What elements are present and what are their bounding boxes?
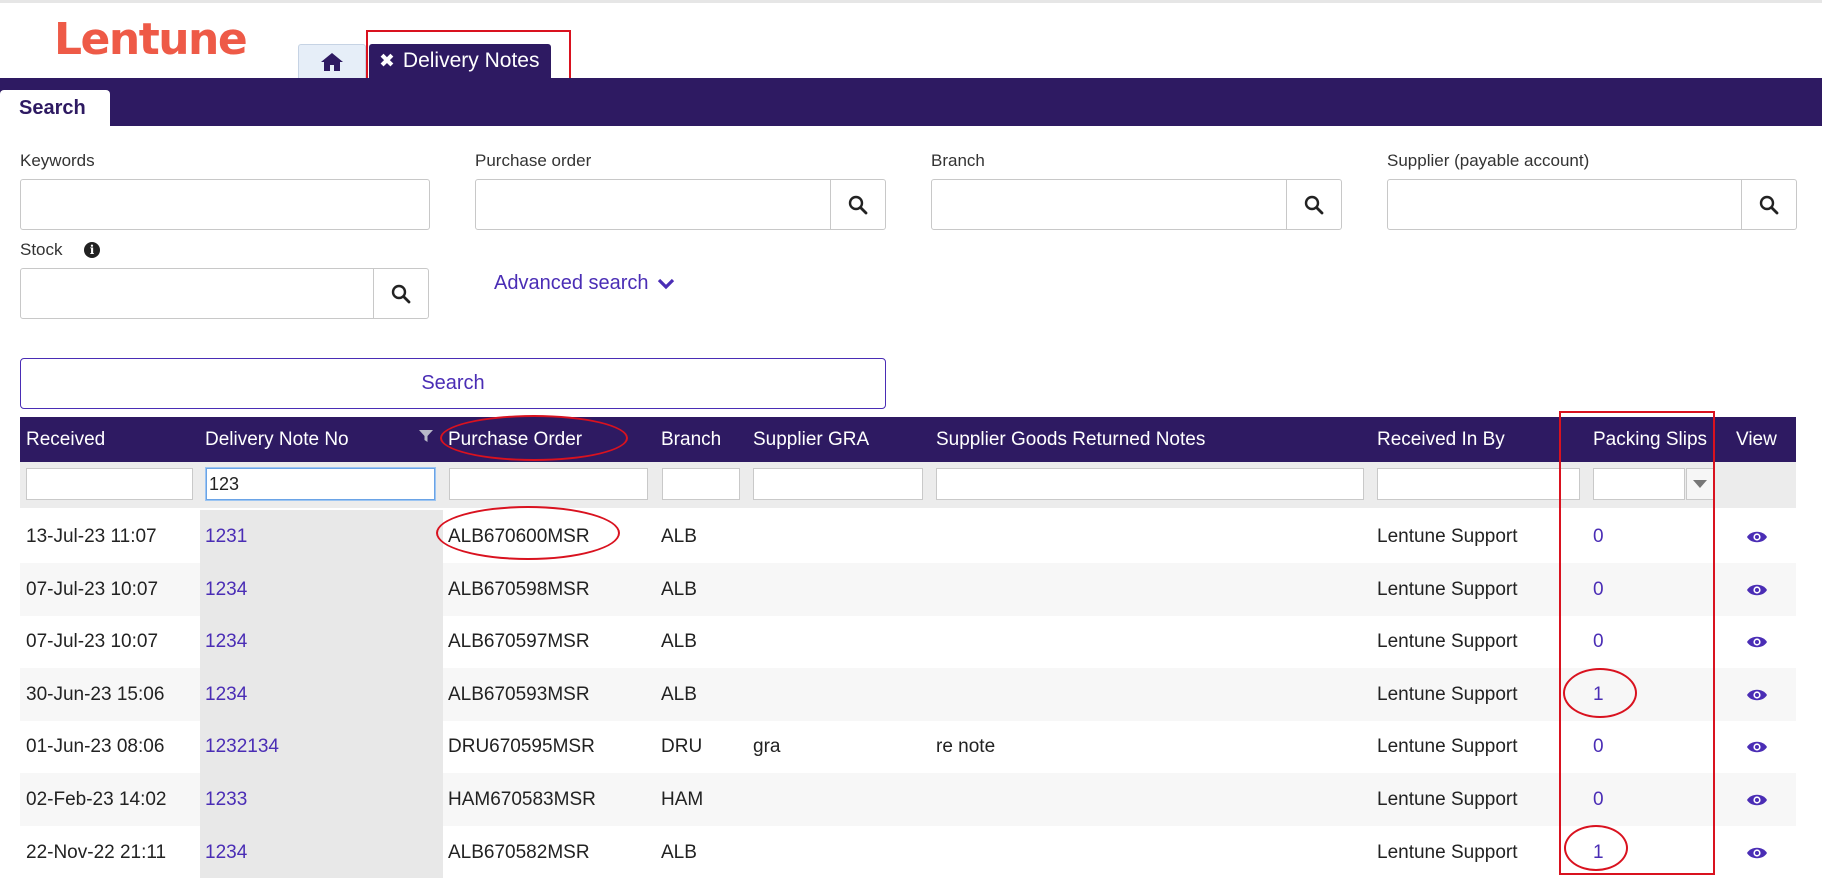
cell-supplier-grn: re note (936, 735, 996, 757)
column-header-received[interactable]: Received (26, 417, 105, 462)
cell-received: 07-Jul-23 10:07 (26, 630, 159, 652)
cell-purchase-order: ALB670593MSR (448, 683, 590, 705)
cell-received-in-by: Lentune Support (1377, 578, 1518, 600)
cell-received: 30-Jun-23 15:06 (26, 683, 165, 705)
column-header-delivery-note-no[interactable]: Delivery Note No (205, 417, 349, 462)
advanced-search-label: Advanced search (494, 272, 649, 294)
annotation-box-packing-slips (1559, 411, 1715, 875)
top-border (0, 0, 1822, 3)
column-header-view: View (1736, 428, 1777, 450)
supplier-search-button[interactable] (1741, 179, 1797, 230)
cell-branch: ALB (661, 525, 697, 547)
filter-purchase-order[interactable] (449, 468, 648, 500)
purchase-order-label: Purchase order (475, 151, 592, 170)
cell-received-in-by: Lentune Support (1377, 525, 1518, 547)
purchase-order-search-button[interactable] (830, 179, 886, 230)
annotation-ellipse-packing-slip-1 (1563, 668, 1637, 718)
keywords-label: Keywords (20, 151, 95, 170)
eye-icon[interactable] (1746, 563, 1768, 616)
annotation-ellipse-purchase-order-header (440, 415, 628, 461)
cell-delivery-note-no[interactable]: 1231 (205, 510, 247, 563)
search-icon (1304, 195, 1324, 214)
cell-purchase-order: DRU670595MSR (448, 735, 595, 757)
filter-delivery-note-no[interactable]: 123 (206, 468, 435, 500)
cell-branch: ALB (661, 630, 697, 652)
cell-delivery-note-no[interactable]: 1232134 (205, 720, 279, 773)
cell-purchase-order: ALB670597MSR (448, 630, 590, 652)
cell-branch: ALB (661, 683, 697, 705)
supplier-label: Supplier (payable account) (1387, 151, 1590, 170)
cell-received: 02-Feb-23 14:02 (26, 788, 167, 810)
cell-purchase-order: ALB670598MSR (448, 578, 590, 600)
branch-input[interactable] (931, 179, 1287, 230)
column-header-branch[interactable]: Branch (661, 417, 721, 462)
eye-icon[interactable] (1746, 720, 1768, 773)
eye-icon[interactable] (1746, 826, 1768, 878)
cell-received: 13-Jul-23 11:07 (26, 525, 157, 547)
branch-label: Branch (931, 151, 985, 170)
cell-delivery-note-no[interactable]: 1233 (205, 773, 247, 826)
search-icon (1759, 195, 1779, 214)
eye-icon[interactable] (1746, 668, 1768, 721)
eye-icon[interactable] (1746, 615, 1768, 668)
supplier-input[interactable] (1387, 179, 1742, 230)
cell-received: 01-Jun-23 08:06 (26, 735, 165, 757)
stock-label: Stock (20, 240, 63, 259)
tab-home[interactable] (298, 44, 366, 78)
column-header-supplier-grn[interactable]: Supplier Goods Returned Notes (936, 417, 1205, 462)
cell-received-in-by: Lentune Support (1377, 735, 1518, 757)
stock-input[interactable] (20, 268, 374, 319)
cell-delivery-note-no[interactable]: 1234 (205, 826, 247, 878)
cell-received-in-by: Lentune Support (1377, 788, 1518, 810)
cell-purchase-order: HAM670583MSR (448, 788, 596, 810)
info-icon[interactable]: i (84, 242, 100, 258)
search-icon (391, 284, 411, 303)
cell-received: 07-Jul-23 10:07 (26, 578, 159, 600)
subtab-search[interactable]: Search (0, 90, 110, 126)
annotation-ellipse-packing-slip-2 (1564, 825, 1628, 871)
filter-received[interactable] (26, 468, 193, 500)
cell-branch: ALB (661, 841, 697, 863)
filter-received-in-by[interactable] (1377, 468, 1580, 500)
filter-branch[interactable] (662, 468, 740, 500)
search-icon (848, 195, 868, 214)
nav-bar (0, 78, 1822, 126)
cell-received: 22-Nov-22 21:11 (26, 841, 167, 863)
column-header-supplier-gra[interactable]: Supplier GRA (753, 417, 869, 462)
cell-received-in-by: Lentune Support (1377, 683, 1518, 705)
filter-supplier-gra[interactable] (753, 468, 923, 500)
home-icon (321, 52, 343, 71)
cell-branch: HAM (661, 788, 704, 810)
cell-delivery-note-no[interactable]: 1234 (205, 563, 247, 616)
search-button[interactable]: Search (20, 358, 886, 409)
lentune-logo[interactable]: Lentune (54, 12, 248, 68)
cell-received-in-by: Lentune Support (1377, 841, 1518, 863)
stock-search-button[interactable] (373, 268, 429, 319)
annotation-box-tab (366, 30, 571, 82)
annotation-ellipse-purchase-order-value (436, 506, 620, 560)
cell-delivery-note-no[interactable]: 1234 (205, 668, 247, 721)
filter-supplier-grn[interactable] (936, 468, 1364, 500)
keywords-input[interactable] (20, 179, 430, 230)
purchase-order-input[interactable] (475, 179, 831, 230)
eye-icon[interactable] (1746, 773, 1768, 826)
advanced-search-link[interactable]: Advanced search (494, 272, 675, 295)
cell-delivery-note-no[interactable]: 1234 (205, 615, 247, 668)
branch-search-button[interactable] (1286, 179, 1342, 230)
filter-icon[interactable] (418, 428, 434, 444)
column-header-received-in-by[interactable]: Received In By (1377, 417, 1505, 462)
cell-purchase-order: ALB670582MSR (448, 841, 590, 863)
cell-received-in-by: Lentune Support (1377, 630, 1518, 652)
chevron-down-icon (657, 278, 674, 289)
cell-supplier-gra: gra (753, 735, 781, 757)
eye-icon[interactable] (1746, 510, 1768, 563)
cell-branch: DRU (661, 735, 703, 757)
cell-branch: ALB (661, 578, 697, 600)
